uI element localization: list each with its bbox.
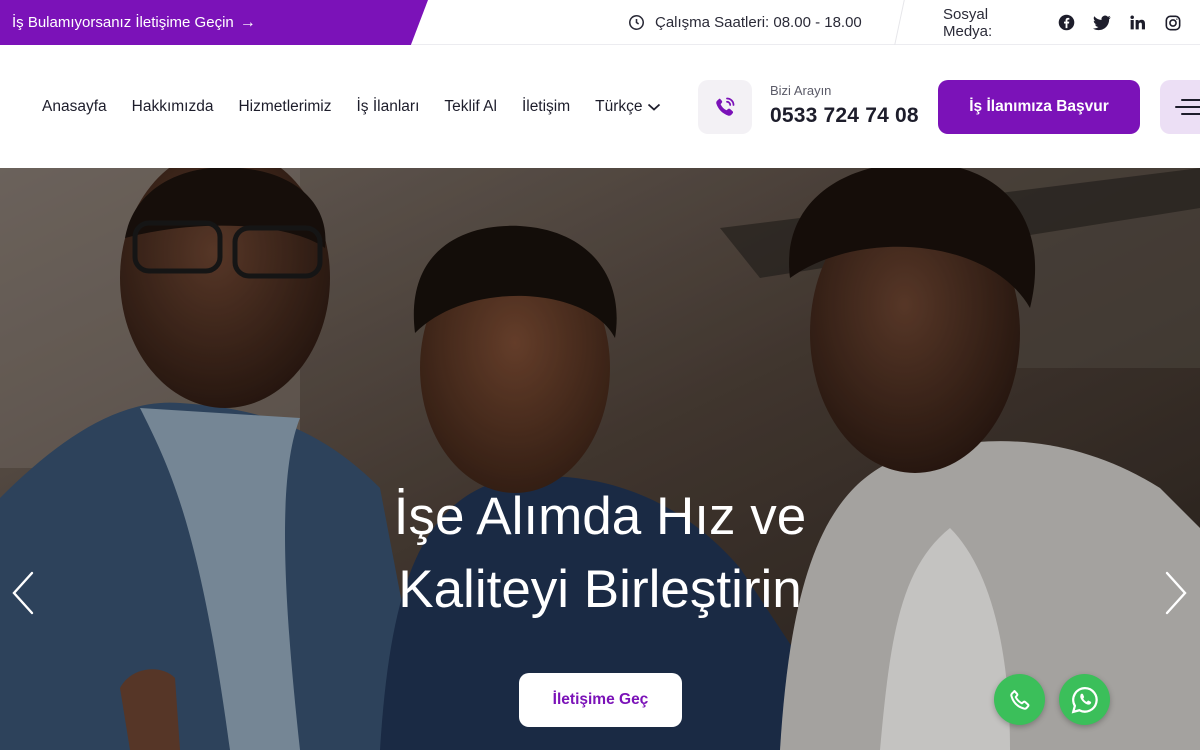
nav-item-about[interactable]: Hakkımızda [132,98,214,116]
slider-next-button[interactable] [1161,568,1191,618]
apply-job-button[interactable]: İş İlanımıza Başvur [938,80,1140,134]
hero-slider: İşe Alımda Hız ve Kaliteyi Birleştirin İ… [0,168,1200,750]
nav-item-jobs[interactable]: İş İlanları [356,98,419,116]
phone-number[interactable]: 0533 724 74 08 [770,104,919,128]
slider-prev-button[interactable] [8,568,38,618]
main-header: Anasayfa Hakkımızda Hizmetlerimiz İş İla… [0,45,1200,168]
promo-link[interactable]: İş Bulamıyorsanız İletişime Geçin → [0,0,428,45]
phone-icon [1009,689,1029,710]
hero-title-line1: İşe Alımda Hız ve [393,487,807,546]
nav-item-home[interactable]: Anasayfa [42,98,107,116]
phone-ringing-icon [716,97,735,116]
twitter-icon[interactable] [1092,14,1111,32]
instagram-icon[interactable] [1164,14,1182,32]
phone-call-button[interactable] [698,80,752,134]
main-nav: Anasayfa Hakkımızda Hizmetlerimiz İş İla… [42,45,686,168]
call-us-block: Bizi Arayın 0533 724 74 08 [770,83,919,128]
menu-toggle-button[interactable] [1160,80,1200,134]
hamburger-icon [1175,99,1200,115]
language-label: Türkçe [595,97,643,115]
nav-item-quote[interactable]: Teklif Al [444,98,497,116]
language-selector[interactable]: Türkçe [595,98,660,116]
social-media: Sosyal Medya: [943,0,1200,45]
divider [894,0,905,45]
chevron-left-icon [12,571,34,615]
facebook-icon[interactable] [1057,14,1075,32]
hero-title: İşe Alımda Hız ve Kaliteyi Birleştirin [0,480,1200,626]
nav-item-contact[interactable]: İletişim [522,98,570,116]
clock-icon [628,14,645,31]
call-us-label: Bizi Arayın [770,83,832,98]
social-label: Sosyal Medya: [943,5,993,40]
chevron-right-icon [1165,571,1187,615]
chevron-down-icon [647,103,660,111]
hero-overlay [0,168,1200,750]
nav-item-services[interactable]: Hizmetlerimiz [238,98,331,116]
whatsapp-icon [1071,686,1098,713]
working-hours-text: Çalışma Saatleri: 08.00 - 18.00 [655,14,862,31]
top-bar: İş Bulamıyorsanız İletişime Geçin → Çalı… [0,0,1200,45]
working-hours: Çalışma Saatleri: 08.00 - 18.00 [628,0,862,45]
floating-whatsapp-button[interactable] [1059,674,1110,725]
contact-cta-button[interactable]: İletişime Geç [519,673,682,727]
hero-title-line2: Kaliteyi Birleştirin [398,560,802,619]
arrow-right-icon: → [239,13,256,31]
linkedin-icon[interactable] [1129,14,1147,32]
promo-text: İş Bulamıyorsanız İletişime Geçin [12,14,234,31]
floating-call-button[interactable] [994,674,1045,725]
